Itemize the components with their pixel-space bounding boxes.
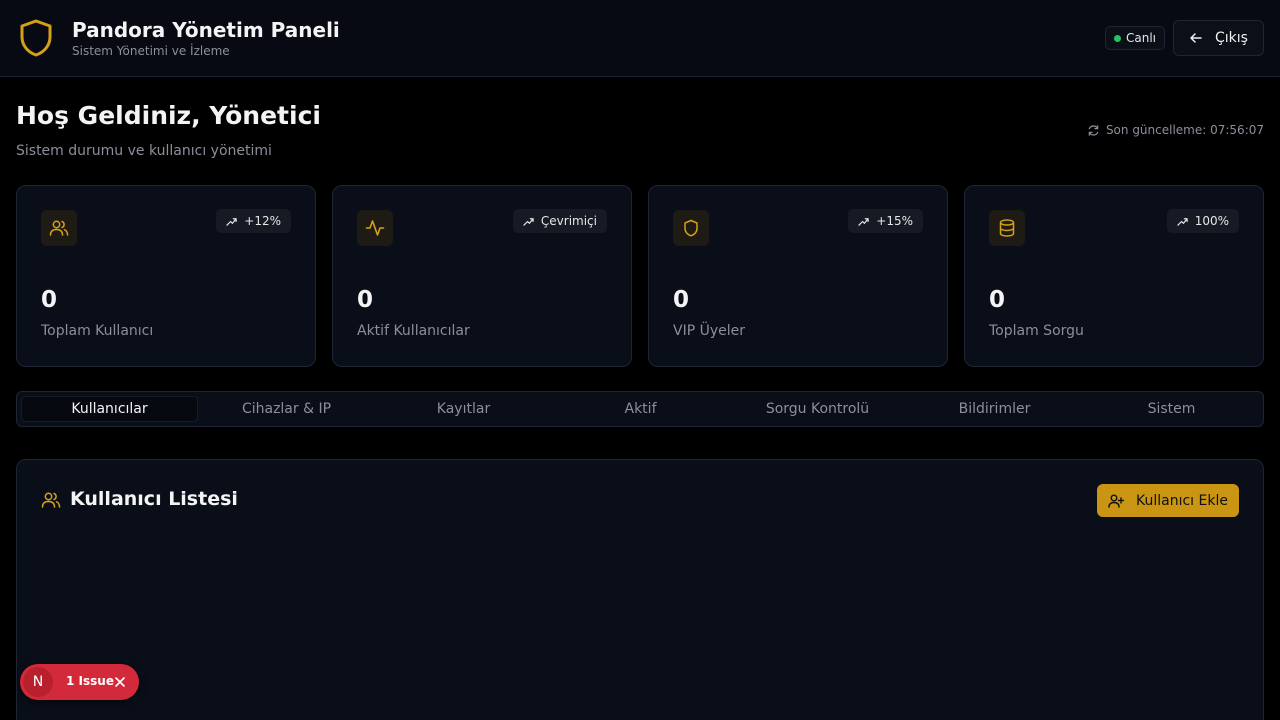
- refresh-icon: [1088, 124, 1099, 136]
- database-icon: [989, 210, 1025, 246]
- tab-users[interactable]: Kullanıcılar: [21, 396, 198, 422]
- trend-label: 100%: [1194, 214, 1229, 228]
- tab-active[interactable]: Aktif: [552, 396, 729, 422]
- stat-value: 0: [41, 287, 58, 313]
- live-label: Canlı: [1125, 31, 1156, 45]
- stat-label: Aktif Kullanıcılar: [357, 323, 470, 339]
- close-icon[interactable]: [113, 675, 127, 689]
- stat-label: VIP Üyeler: [673, 323, 746, 339]
- tab-bar: Kullanıcılar Cihazlar & IP Kayıtlar Akti…: [16, 391, 1264, 427]
- top-header: Pandora Yönetim Paneli Sistem Yönetimi v…: [0, 0, 1280, 77]
- trend-label: Çevrimiçi: [540, 214, 597, 228]
- users-icon: [41, 492, 61, 508]
- user-plus-icon: [1108, 494, 1124, 508]
- tab-devices-ip[interactable]: Cihazlar & IP: [198, 396, 375, 422]
- welcome-title: Hoş Geldiniz, Yönetici: [16, 101, 321, 130]
- user-list-title: Kullanıcı Listesi: [70, 488, 238, 510]
- last-updated-label: Son güncelleme: 07:56:07: [1105, 123, 1264, 137]
- users-icon: [41, 210, 77, 246]
- tab-system[interactable]: Sistem: [1083, 396, 1260, 422]
- user-list-panel: Kullanıcı Listesi Kullanıcı Ekle: [16, 459, 1264, 720]
- live-dot-icon: [1113, 34, 1121, 42]
- trend-badge: 100%: [1166, 209, 1239, 233]
- activity-icon: [357, 210, 393, 246]
- stat-value: 0: [673, 287, 690, 313]
- last-updated: Son güncelleme: 07:56:07: [1087, 123, 1264, 137]
- add-user-label: Kullanıcı Ekle: [1136, 492, 1228, 509]
- stat-value: 0: [357, 287, 374, 313]
- stat-value: 0: [989, 287, 1006, 313]
- trend-badge: +15%: [848, 209, 923, 233]
- stat-label: Toplam Sorgu: [989, 323, 1084, 339]
- shield-icon: [673, 210, 709, 246]
- stat-label: Toplam Kullanıcı: [41, 323, 154, 339]
- tab-logs[interactable]: Kayıtlar: [375, 396, 552, 422]
- app-title: Pandora Yönetim Paneli: [72, 18, 340, 42]
- welcome-subtitle: Sistem durumu ve kullanıcı yönetimi: [16, 143, 272, 159]
- arrow-left-icon: [1190, 33, 1202, 43]
- stat-card-total-users: +12% 0 Toplam Kullanıcı: [16, 185, 316, 367]
- trending-up-icon: [1177, 217, 1188, 226]
- issue-count-label: 1 Issue: [66, 674, 114, 688]
- trend-badge: +12%: [216, 209, 291, 233]
- logout-label: Çıkış: [1215, 30, 1248, 46]
- trending-up-icon: [858, 217, 869, 226]
- issue-toast[interactable]: N 1 Issue: [20, 664, 139, 700]
- app-subtitle: Sistem Yönetimi ve İzleme: [72, 44, 230, 58]
- stat-card-total-queries: 100% 0 Toplam Sorgu: [964, 185, 1264, 367]
- trending-up-icon: [226, 217, 237, 226]
- add-user-button[interactable]: Kullanıcı Ekle: [1097, 484, 1239, 517]
- logout-button[interactable]: Çıkış: [1173, 20, 1264, 56]
- trend-badge: Çevrimiçi: [512, 209, 607, 233]
- tab-query-control[interactable]: Sorgu Kontrolü: [729, 396, 906, 422]
- stat-card-vip-members: +15% 0 VIP Üyeler: [648, 185, 948, 367]
- shield-icon: [20, 19, 52, 57]
- trending-up-icon: [523, 217, 534, 226]
- issue-avatar: N: [23, 667, 53, 697]
- trend-label: +15%: [876, 214, 913, 228]
- tab-notifications[interactable]: Bildirimler: [906, 396, 1083, 422]
- live-status-badge: Canlı: [1105, 26, 1165, 50]
- stat-card-active-users: Çevrimiçi 0 Aktif Kullanıcılar: [332, 185, 632, 367]
- trend-label: +12%: [244, 214, 281, 228]
